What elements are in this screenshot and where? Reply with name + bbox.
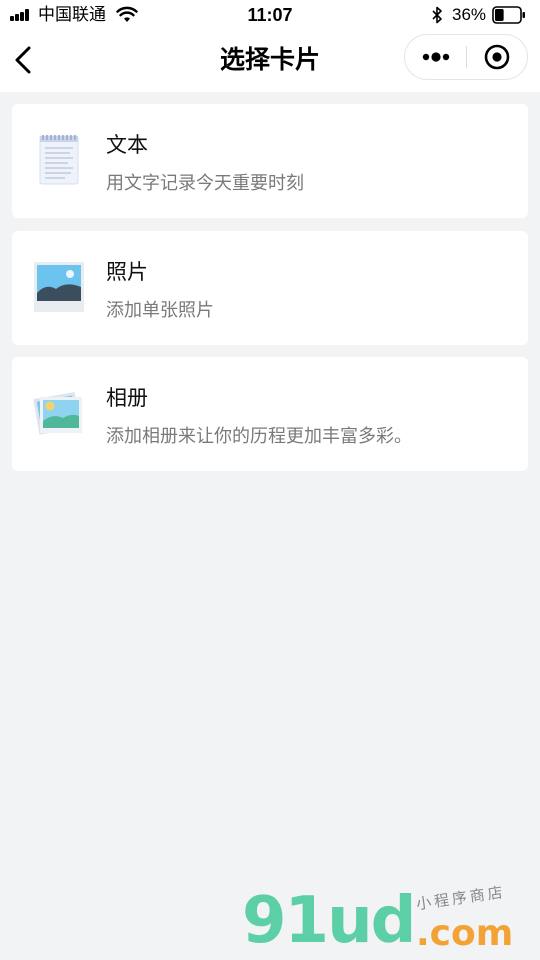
more-dots-icon	[422, 52, 450, 62]
more-button[interactable]	[405, 35, 467, 79]
card-description: 用文字记录今天重要时刻	[106, 173, 304, 193]
card-description: 添加单张照片	[106, 300, 214, 320]
watermark: 91ud 小程序商店 .com	[236, 884, 536, 956]
watermark-domain: .com	[416, 913, 514, 954]
card-title: 相册	[106, 387, 148, 410]
status-bar: 中国联通 11:07 36%	[0, 0, 540, 30]
card-text[interactable]: 文本 用文字记录今天重要时刻	[12, 104, 528, 218]
card-title: 文本	[106, 134, 148, 157]
nav-bar: 选择卡片	[0, 30, 540, 92]
card-album[interactable]: 相册 添加相册来让你的历程更加丰富多彩。	[12, 357, 528, 471]
card-description: 添加相册来让你的历程更加丰富多彩。	[106, 426, 412, 446]
bluetooth-icon	[432, 6, 442, 24]
back-button[interactable]	[10, 44, 40, 76]
watermark-logo: 91ud	[242, 884, 416, 958]
card-title: 照片	[106, 261, 148, 284]
album-icon	[33, 391, 82, 435]
card-photo[interactable]: 照片 添加单张照片	[12, 231, 528, 345]
photo-icon	[34, 262, 84, 312]
watermark-tagline: 小程序商店	[415, 883, 507, 914]
battery-percent: 36%	[452, 5, 487, 24]
close-button[interactable]	[467, 35, 527, 79]
target-close-icon	[484, 44, 510, 70]
notepad-icon	[39, 135, 79, 185]
chevron-left-icon	[15, 46, 31, 74]
battery-icon	[492, 6, 525, 24]
mini-program-capsule	[404, 34, 528, 80]
